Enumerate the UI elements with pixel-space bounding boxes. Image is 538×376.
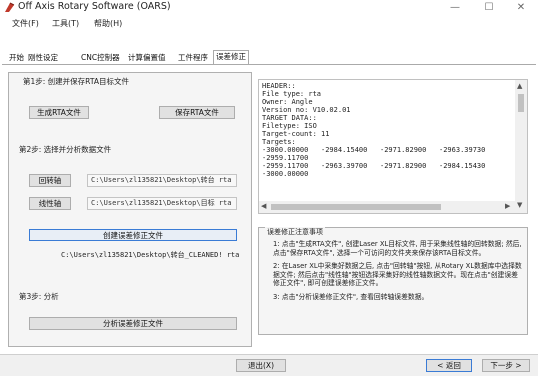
vertical-scrollbar[interactable]: ▲ ▼ bbox=[515, 80, 527, 213]
preview-line: Owner: Angle bbox=[262, 98, 313, 106]
next-button[interactable]: 下一步 > bbox=[482, 359, 530, 372]
scroll-thumb[interactable] bbox=[518, 94, 524, 112]
note-item: 3: 点击"分析误差修正文件", 查看回转轴误差数据。 bbox=[273, 292, 429, 301]
title-bar: Off Axis Rotary Software (OARS) — ☐ ✕ bbox=[0, 0, 538, 16]
linear-file-path[interactable]: C:\Users\zl135821\Desktop\目标 rta bbox=[87, 197, 237, 210]
preview-line: Version no: V10.02.01 bbox=[262, 106, 351, 114]
step3-title: 第3步: 分析 bbox=[19, 292, 59, 301]
preview-line: TARGET DATA:: bbox=[262, 114, 317, 122]
maximize-button[interactable]: ☐ bbox=[472, 0, 506, 16]
menu-bar: 文件(F) 工具(T) 帮助(H) bbox=[0, 16, 538, 32]
preview-line: Target-count: 11 bbox=[262, 130, 330, 138]
exit-button[interactable]: 退出(X) bbox=[236, 359, 286, 372]
preview-line: Filetype: ISO bbox=[262, 122, 317, 130]
back-button[interactable]: < 返回 bbox=[426, 359, 472, 372]
file-preview[interactable]: HEADER:: File type: rta Owner: Angle Ver… bbox=[258, 79, 528, 214]
rotary-axis-button[interactable]: 回转轴 bbox=[29, 174, 71, 187]
preview-line: HEADER:: bbox=[262, 82, 296, 90]
note-item: 1: 点击"生成RTA文件", 创建Laser XL目标文件, 用于采集线性轴的… bbox=[273, 240, 522, 257]
horizontal-scrollbar[interactable]: ◀ ▶ bbox=[259, 201, 515, 213]
linear-axis-button[interactable]: 线性轴 bbox=[29, 197, 71, 210]
tab-content: 第1步: 创建并保存RTA目标文件 生成RTA文件 保存RTA文件 第2步: 选… bbox=[2, 64, 536, 354]
notes-title: 误差修正注意事项 bbox=[265, 227, 325, 237]
notes-panel: 误差修正注意事项 1: 点击"生成RTA文件", 创建Laser XL目标文件,… bbox=[258, 227, 528, 335]
create-correction-file-button[interactable]: 创建误差修正文件 bbox=[29, 229, 237, 241]
output-file-path: C:\Users\zl135821\Desktop\转台_CLEANED! rt… bbox=[61, 251, 240, 259]
scroll-down-icon[interactable]: ▼ bbox=[517, 201, 522, 209]
close-button[interactable]: ✕ bbox=[504, 0, 538, 16]
preview-line: File type: rta bbox=[262, 90, 322, 98]
menu-help[interactable]: 帮助(H) bbox=[94, 18, 122, 29]
scroll-left-icon[interactable]: ◀ bbox=[261, 202, 266, 210]
app-logo-icon bbox=[5, 2, 15, 12]
scroll-right-icon[interactable]: ▶ bbox=[505, 202, 510, 210]
preview-line: -3000.00000 -2984.15400 -2971.82900 -296… bbox=[262, 146, 486, 154]
scroll-up-icon[interactable]: ▲ bbox=[517, 82, 522, 90]
preview-line: -2959.11700 -2963.39700 -2971.82900 -298… bbox=[262, 162, 486, 170]
rotary-file-path[interactable]: C:\Users\zl135821\Desktop\转台 rta bbox=[87, 174, 237, 187]
footer-bar: 退出(X) < 返回 下一步 > bbox=[0, 354, 538, 376]
tab-error-correction[interactable]: 误差修正 bbox=[213, 50, 249, 65]
analyze-correction-file-button[interactable]: 分析误差修正文件 bbox=[29, 317, 237, 330]
minimize-button[interactable]: — bbox=[438, 0, 472, 16]
step2-title: 第2步: 选择并分析数据文件 bbox=[19, 145, 112, 154]
scroll-thumb-horizontal[interactable] bbox=[271, 204, 441, 210]
preview-line: -2959.11700 bbox=[262, 154, 309, 162]
menu-file[interactable]: 文件(F) bbox=[12, 18, 39, 29]
menu-tools[interactable]: 工具(T) bbox=[52, 18, 79, 29]
window-title: Off Axis Rotary Software (OARS) bbox=[18, 1, 171, 12]
preview-line: -3000.00000 bbox=[262, 170, 309, 178]
file-preview-text: HEADER:: File type: rta Owner: Angle Ver… bbox=[262, 82, 514, 200]
steps-panel: 第1步: 创建并保存RTA目标文件 生成RTA文件 保存RTA文件 第2步: 选… bbox=[8, 72, 252, 347]
generate-rta-button[interactable]: 生成RTA文件 bbox=[29, 106, 89, 119]
note-item: 2: 在Laser XL中采集好数据之后, 点击"回转轴"按钮, 从Rotary… bbox=[273, 262, 522, 288]
step1-title: 第1步: 创建并保存RTA目标文件 bbox=[23, 77, 129, 86]
notes-body: 1: 点击"生成RTA文件", 创建Laser XL目标文件, 用于采集线性轴的… bbox=[273, 240, 523, 307]
preview-line: Targets: bbox=[262, 138, 296, 146]
save-rta-button[interactable]: 保存RTA文件 bbox=[159, 106, 235, 119]
